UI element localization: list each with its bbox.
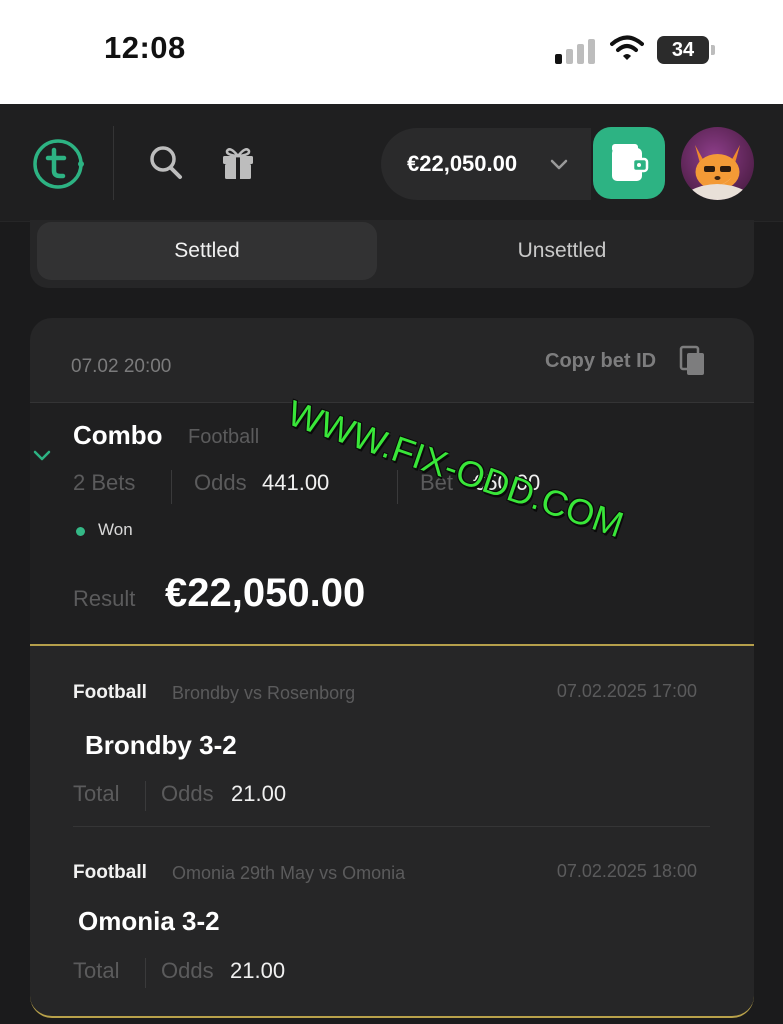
tab-settled[interactable]: Settled	[37, 222, 377, 280]
selection-odds-label: Odds	[161, 781, 214, 806]
selection-divider	[73, 826, 710, 827]
selection-odds-label: Odds	[161, 958, 214, 983]
odds-value: 441.00	[262, 470, 330, 495]
tab-unsettled[interactable]: Unsettled	[392, 222, 732, 280]
header-divider	[113, 126, 114, 200]
battery-tip	[711, 45, 715, 55]
selection-datetime: 07.02.2025 18:00	[556, 861, 697, 881]
selection-pick: Omonia 3-2	[78, 906, 220, 936]
status-time: 12:08	[104, 30, 186, 65]
bet-card: 07.02 20:00 Copy bet ID Combo Football 2…	[30, 318, 754, 1018]
bets-count: 2 Bets	[73, 470, 136, 495]
stat-divider	[397, 470, 398, 504]
status-bar: 12:08 34	[0, 0, 783, 104]
selection-odds-value: 21.00	[231, 781, 287, 806]
stat-divider	[145, 958, 146, 988]
stat-divider	[145, 781, 146, 811]
t-logo-icon[interactable]	[31, 137, 85, 191]
user-avatar[interactable]	[681, 127, 754, 200]
selection-sport: Football	[73, 862, 147, 883]
selection-datetime: 07.02.2025 17:00	[556, 681, 697, 701]
bet-status: Won	[98, 520, 133, 539]
stat-divider	[171, 470, 172, 504]
fox-avatar-icon	[689, 145, 746, 200]
bet-type: Combo	[73, 420, 163, 450]
bet-sport: Football	[188, 426, 260, 448]
selection-odds-value: 21.00	[230, 958, 286, 983]
selection-item[interactable]: Football Brondby vs Rosenborg 07.02.2025…	[30, 648, 754, 828]
copy-bet-id-label: Copy bet ID	[545, 350, 657, 372]
result-value: €22,050.00	[165, 571, 366, 615]
selection-sport: Football	[73, 682, 147, 703]
balance-amount: €22,050.00	[407, 151, 518, 176]
balance-dropdown[interactable]: €22,050.00	[381, 128, 591, 200]
selection-item[interactable]: Football Omonia 29th May vs Omonia 07.02…	[30, 828, 754, 1008]
chevron-down-icon	[550, 159, 568, 170]
result-label: Result	[73, 586, 136, 611]
odds-label: Odds	[194, 470, 247, 495]
bet-date: 07.02 20:00	[71, 356, 172, 377]
battery-indicator: 34	[657, 36, 709, 64]
wallet-button[interactable]	[593, 127, 665, 199]
selection-pick: Brondby 3-2	[85, 730, 237, 760]
selection-market: Total	[73, 781, 120, 806]
copy-icon	[679, 345, 704, 375]
selection-match: Omonia 29th May vs Omonia	[172, 863, 406, 883]
selection-match: Brondby vs Rosenborg	[172, 683, 356, 703]
wallet-icon	[612, 144, 649, 181]
status-dot	[76, 527, 85, 536]
cellular-signal-icon	[555, 38, 597, 64]
selection-market: Total	[73, 958, 120, 983]
wifi-icon	[610, 35, 644, 60]
gift-icon[interactable]	[219, 144, 257, 182]
chevron-down-icon[interactable]	[32, 449, 52, 463]
bet-status-tabs: Settled Unsettled	[30, 220, 754, 288]
search-icon[interactable]	[148, 144, 184, 182]
app-header: €22,050.00	[0, 104, 783, 222]
